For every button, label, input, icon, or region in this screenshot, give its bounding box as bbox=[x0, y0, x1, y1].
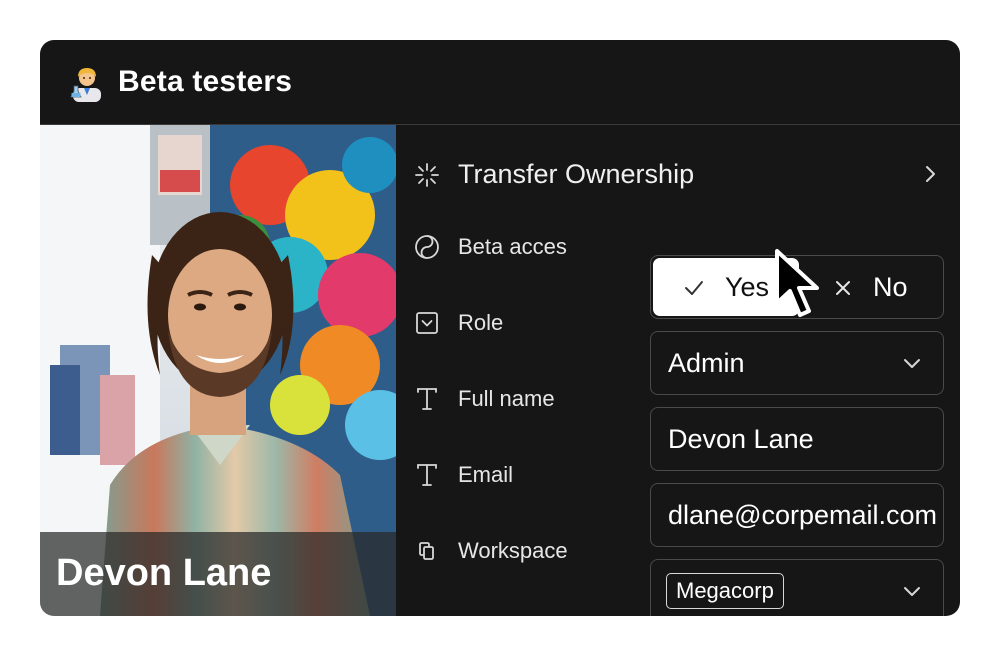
workspace-tag: Megacorp bbox=[666, 573, 784, 609]
chevron-right-icon bbox=[926, 166, 935, 182]
full-name-input[interactable]: Devon Lane bbox=[650, 407, 944, 471]
profile-photo: Devon Lane bbox=[40, 125, 396, 616]
card-header: Beta testers bbox=[40, 40, 960, 125]
beta-testers-card: Beta testers Devon Lane Transfer Ownersh… bbox=[40, 40, 960, 616]
photo-name-bar: Devon Lane bbox=[40, 532, 396, 616]
workspace-label: Workspace bbox=[458, 538, 568, 563]
yin-yang-icon bbox=[415, 235, 439, 259]
mouse-cursor-icon bbox=[775, 249, 819, 317]
check-icon bbox=[685, 281, 703, 295]
text-icon bbox=[417, 388, 437, 410]
dropdown-box-icon bbox=[416, 312, 438, 334]
email-input[interactable]: dlane@corpemail.com bbox=[650, 483, 944, 547]
close-icon bbox=[836, 281, 850, 295]
email-value: dlane@corpemail.com bbox=[668, 500, 938, 530]
transfer-ownership-label: Transfer Ownership bbox=[458, 159, 695, 189]
text-icon bbox=[417, 464, 437, 486]
loader-icon bbox=[415, 163, 439, 187]
beta-access-label: Beta acces bbox=[458, 234, 567, 259]
chevron-down-icon bbox=[904, 587, 920, 596]
full-name-label: Full name bbox=[458, 386, 555, 411]
user-form: Transfer Ownership Beta acces Yes No Rol… bbox=[396, 125, 960, 616]
profile-name: Devon Lane bbox=[56, 552, 272, 594]
full-name-value: Devon Lane bbox=[668, 424, 814, 454]
role-value: Admin bbox=[668, 348, 745, 378]
chevron-down-icon bbox=[904, 359, 920, 368]
page-title: Beta testers bbox=[118, 65, 293, 98]
role-select[interactable]: Admin bbox=[650, 331, 944, 395]
yes-label: Yes bbox=[725, 272, 770, 302]
copy-icon bbox=[419, 542, 434, 560]
workspace-select[interactable]: Megacorp bbox=[650, 559, 944, 616]
role-label: Role bbox=[458, 310, 504, 335]
email-label: Email bbox=[458, 462, 514, 487]
scientist-emoji-icon bbox=[70, 68, 101, 102]
no-label: No bbox=[873, 272, 908, 302]
